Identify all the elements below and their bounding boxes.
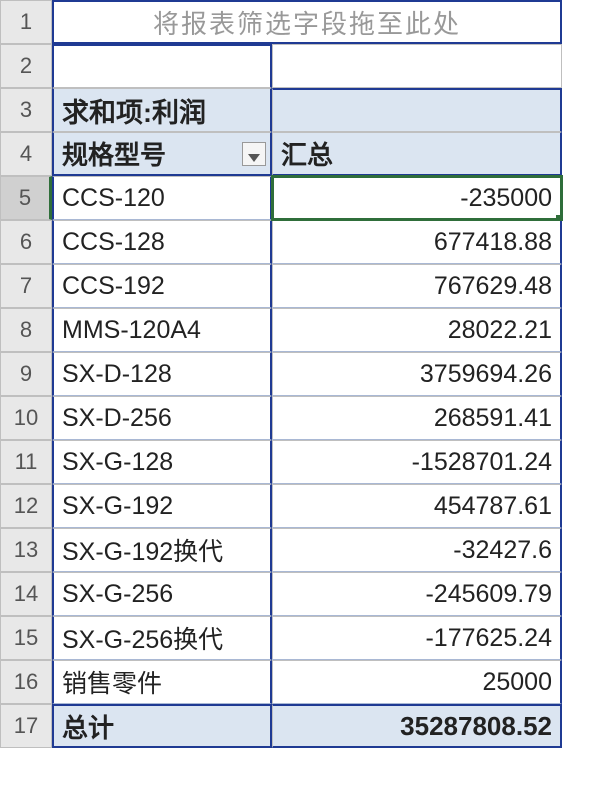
row-header[interactable]: 4 <box>0 132 52 176</box>
table-row-value[interactable]: -245609.79 <box>272 572 562 616</box>
pivot-total-value[interactable]: 35287808.52 <box>272 704 562 748</box>
row-header[interactable]: 3 <box>0 88 52 132</box>
row-header[interactable]: 15 <box>0 616 52 660</box>
pivot-filter-dropzone[interactable]: 将报表筛选字段拖至此处 <box>52 0 562 44</box>
row-header[interactable]: 11 <box>0 440 52 484</box>
table-row-label[interactable]: SX-D-256 <box>52 396 272 440</box>
table-row-value[interactable]: 3759694.26 <box>272 352 562 396</box>
filter-dropdown-button[interactable] <box>242 142 266 166</box>
table-row-value[interactable]: -32427.6 <box>272 528 562 572</box>
cell[interactable] <box>52 44 272 88</box>
row-header[interactable]: 2 <box>0 44 52 88</box>
row-header[interactable]: 9 <box>0 352 52 396</box>
chevron-down-icon <box>248 138 260 169</box>
table-row-value[interactable]: 677418.88 <box>272 220 562 264</box>
table-row-value[interactable]: -177625.24 <box>272 616 562 660</box>
table-row-value[interactable]: -1528701.24 <box>272 440 562 484</box>
row-header[interactable]: 17 <box>0 704 52 748</box>
table-row-label[interactable]: SX-D-128 <box>52 352 272 396</box>
pivot-value-header[interactable]: 汇总 <box>272 132 562 176</box>
row-header[interactable]: 14 <box>0 572 52 616</box>
cell[interactable] <box>272 44 562 88</box>
table-row-value[interactable]: 25000 <box>272 660 562 704</box>
cell[interactable] <box>272 88 562 132</box>
table-row-label[interactable]: CCS-192 <box>52 264 272 308</box>
row-header[interactable]: 5 <box>0 176 52 220</box>
row-header[interactable]: 7 <box>0 264 52 308</box>
pivot-rowfield-header[interactable]: 规格型号 <box>52 132 272 176</box>
table-row-label[interactable]: CCS-120 <box>52 176 272 220</box>
table-row-value[interactable]: 28022.21 <box>272 308 562 352</box>
pivot-rowfield-label: 规格型号 <box>62 135 166 172</box>
row-header[interactable]: 6 <box>0 220 52 264</box>
row-header[interactable]: 12 <box>0 484 52 528</box>
pivot-total-label[interactable]: 总计 <box>52 704 272 748</box>
row-header[interactable]: 13 <box>0 528 52 572</box>
table-row-label[interactable]: SX-G-256 <box>52 572 272 616</box>
row-header[interactable]: 16 <box>0 660 52 704</box>
table-row-label[interactable]: 销售零件 <box>52 660 272 704</box>
table-row-label[interactable]: CCS-128 <box>52 220 272 264</box>
table-row-label[interactable]: SX-G-192 <box>52 484 272 528</box>
table-row-label[interactable]: MMS-120A4 <box>52 308 272 352</box>
pivot-measure-label[interactable]: 求和项:利润 <box>52 88 272 132</box>
table-row-value[interactable]: 767629.48 <box>272 264 562 308</box>
selected-cell[interactable]: -235000 <box>272 176 562 220</box>
table-row-label[interactable]: SX-G-128 <box>52 440 272 484</box>
table-row-label[interactable]: SX-G-192换代 <box>52 528 272 572</box>
table-row-value[interactable]: 268591.41 <box>272 396 562 440</box>
row-header[interactable]: 1 <box>0 0 52 44</box>
table-row-value[interactable]: 454787.61 <box>272 484 562 528</box>
row-header[interactable]: 10 <box>0 396 52 440</box>
table-row-label[interactable]: SX-G-256换代 <box>52 616 272 660</box>
row-header[interactable]: 8 <box>0 308 52 352</box>
spreadsheet[interactable]: 1 将报表筛选字段拖至此处 2 3 求和项:利润 4 规格型号 汇总 5 CCS… <box>0 0 612 748</box>
